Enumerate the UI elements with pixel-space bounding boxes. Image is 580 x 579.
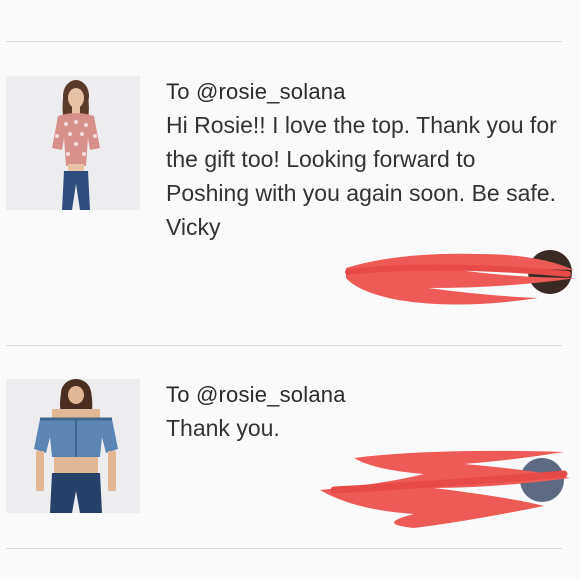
divider-top: [6, 41, 562, 42]
pink-polka-dot-top-photo-icon: [6, 76, 140, 210]
redaction-scribble: [345, 250, 576, 305]
item-thumbnail[interactable]: [6, 379, 140, 513]
divider-bottom: [6, 548, 562, 549]
redaction-scribble: [320, 450, 570, 528]
note-message: Hi Rosie!! I love the top. Thank you for…: [166, 112, 557, 240]
note-message: Thank you.: [166, 415, 280, 441]
item-thumbnail[interactable]: [6, 76, 140, 210]
denim-crop-top-photo-icon: [6, 379, 140, 513]
divider-middle: [6, 345, 562, 346]
recipient-label[interactable]: To @rosie_solana: [166, 79, 346, 105]
recipient-label[interactable]: To @rosie_solana: [166, 382, 346, 408]
